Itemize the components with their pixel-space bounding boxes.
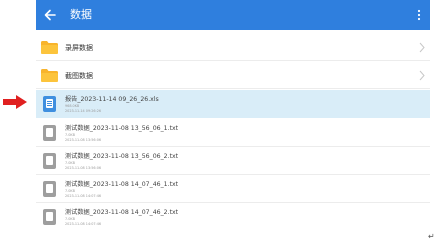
spreadsheet-file-icon	[43, 96, 56, 112]
file-date: 2023-11-14 09:26:26	[65, 109, 102, 113]
file-row[interactable]: 测试数据_2023-11-08 14_07_46_1.txt 7.0KB 202…	[36, 175, 430, 203]
file-icon	[43, 153, 56, 169]
folder-icon	[41, 41, 58, 54]
file-name: 测试数据_2023-11-08 13_56_06_1.txt	[65, 125, 179, 132]
folder-row-recordings[interactable]: 录屏数据	[36, 33, 430, 61]
file-date: 2023-11-08 14:07:46	[65, 194, 102, 198]
file-icon	[43, 125, 56, 141]
back-arrow-icon[interactable]	[43, 8, 57, 22]
file-icon	[43, 181, 56, 197]
file-date: 2023-11-08 13:56:06	[65, 138, 102, 142]
chevron-right-icon	[419, 70, 425, 81]
red-arrow-icon	[3, 95, 27, 109]
file-size: 7.0KB	[65, 161, 75, 165]
folder-row-screenshots[interactable]: 截图数据	[36, 61, 430, 89]
text-cursor-glyph: ↵	[428, 232, 435, 241]
folder-name: 录屏数据	[65, 44, 93, 52]
chevron-right-icon	[419, 42, 425, 53]
app-bar: 数据	[36, 0, 430, 30]
file-date: 2023-11-08 14:07:46	[65, 222, 102, 226]
file-row[interactable]: 测试数据_2023-11-08 13_56_06_1.txt 7.0KB 202…	[36, 119, 430, 147]
file-name: 报告_2023-11-14 09_26_26.xls	[65, 96, 159, 103]
file-size: 7.0KB	[65, 189, 75, 193]
folder-icon	[41, 69, 58, 82]
file-name: 测试数据_2023-11-08 14_07_46_1.txt	[65, 181, 179, 188]
file-row-selected[interactable]: 报告_2023-11-14 09_26_26.xls 968.0KB 2023-…	[36, 90, 430, 118]
file-size: 7.0KB	[65, 133, 75, 137]
file-icon	[43, 209, 56, 225]
folder-name: 截图数据	[65, 72, 93, 80]
page-title: 数据	[70, 8, 92, 21]
file-date: 2023-11-08 13:56:06	[65, 166, 102, 170]
file-size: 7.0KB	[65, 217, 75, 221]
file-name: 测试数据_2023-11-08 14_07_46_2.txt	[65, 209, 179, 216]
file-name: 测试数据_2023-11-08 13_56_06_2.txt	[65, 153, 179, 160]
more-vert-icon[interactable]	[417, 9, 421, 21]
divider	[36, 88, 430, 89]
file-browser: 数据 录屏数据 截图数据 报告_2023-11-14 09_26_26.xls …	[36, 0, 430, 239]
file-row[interactable]: 测试数据_2023-11-08 14_07_46_2.txt 7.0KB 202…	[36, 203, 430, 231]
file-size: 968.0KB	[65, 104, 80, 108]
file-row[interactable]: 测试数据_2023-11-08 13_56_06_2.txt 7.0KB 202…	[36, 147, 430, 175]
